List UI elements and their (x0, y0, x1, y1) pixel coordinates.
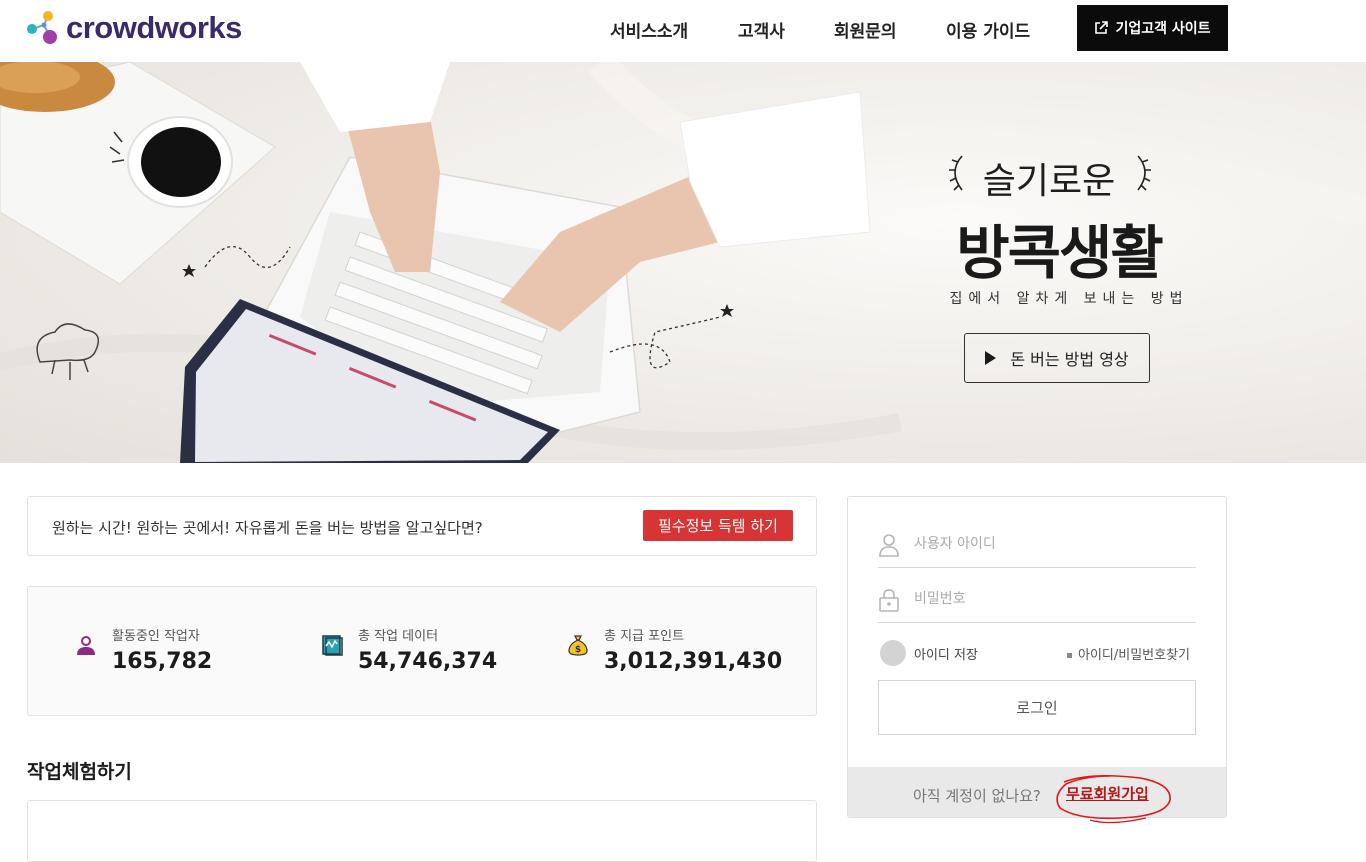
bullet-icon (1067, 653, 1072, 658)
remember-label: 아이디 저장 (914, 647, 978, 663)
remember-id-toggle[interactable]: 아이디 저장 (880, 640, 978, 666)
nav-member-inquiry[interactable]: 회원문의 (834, 17, 897, 42)
stat-label: 활동중인 작업자 (112, 629, 200, 644)
username-input[interactable] (912, 531, 1186, 557)
info-bar: 원하는 시간! 원하는 곳에서! 자유롭게 돈을 버는 방법을 알고싶다면? 필… (27, 496, 817, 556)
corporate-site-label: 기업고객 사이트 (1115, 21, 1211, 37)
user-icon (879, 534, 899, 557)
free-signup-link[interactable]: 무료회원가입 (1066, 783, 1149, 804)
hero-banner: 슬기로운 방콕생활 집에서 알차게 보내는 방법 돈 버는 방법 영상 (0, 62, 1366, 463)
logo-text: crowdworks (66, 10, 242, 45)
worker-icon (77, 636, 95, 655)
earn-money-video-button[interactable]: 돈 버는 방법 영상 (964, 333, 1150, 383)
svg-text:$: $ (575, 645, 581, 655)
password-field (878, 576, 1196, 623)
task-trial-title: 작업체험하기 (27, 761, 132, 783)
hero-subtitle: 슬기로운 (982, 161, 1116, 202)
play-icon (985, 351, 997, 365)
password-input[interactable] (912, 586, 1186, 612)
corporate-site-button[interactable]: 기업고객 사이트 (1077, 5, 1228, 51)
stat-value: 165,782 (112, 649, 213, 674)
nav-service-intro[interactable]: 서비스소개 (610, 17, 688, 42)
signup-footer: 아직 계정이 없나요? 무료회원가입 (848, 767, 1226, 817)
remember-checkbox[interactable] (880, 640, 906, 666)
data-book-icon (322, 635, 343, 656)
crowdworks-logo[interactable]: crowdworks (26, 8, 242, 48)
stats-panel: 활동중인 작업자 165,782 총 작업 데이터 54,746,374 $ 총… (27, 586, 817, 716)
username-field (878, 521, 1196, 568)
external-link-icon (1095, 21, 1109, 34)
top-header: crowdworks 서비스소개 고객사 회원문의 이용 가이드 기업고객 사이… (0, 0, 1366, 62)
login-button[interactable]: 로그인 (878, 680, 1196, 735)
info-bar-text: 원하는 시간! 원하는 곳에서! 자유롭게 돈을 버는 방법을 알고싶다면? (52, 519, 483, 537)
nav-clients[interactable]: 고객사 (738, 17, 785, 42)
login-panel: 아이디 저장 아이디/비밀번호찾기 로그인 아직 계정이 없나요? 무료회원가입 (847, 496, 1227, 818)
hero-description: 집에서 알차게 보내는 방법 (949, 291, 1189, 307)
video-button-label: 돈 버는 방법 영상 (1010, 350, 1129, 369)
task-trial-box (27, 800, 817, 862)
lock-icon (879, 589, 899, 612)
stat-label: 총 지급 포인트 (604, 629, 685, 644)
stat-label: 총 작업 데이터 (358, 629, 439, 644)
find-id-password-link[interactable]: 아이디/비밀번호찾기 (1067, 644, 1190, 663)
stat-value: 3,012,391,430 (604, 649, 783, 674)
logo-molecule-icon (27, 11, 57, 44)
essential-info-button[interactable]: 필수정보 득템 하기 (643, 510, 793, 541)
no-account-text: 아직 계정이 없나요? (913, 787, 1041, 805)
stat-value: 54,746,374 (358, 649, 498, 674)
nav-usage-guide[interactable]: 이용 가이드 (946, 17, 1030, 42)
find-link-label: 아이디/비밀번호찾기 (1078, 648, 1191, 663)
hero-title: 방콕생활 (956, 219, 1163, 287)
money-bag-icon: $ (568, 635, 588, 656)
